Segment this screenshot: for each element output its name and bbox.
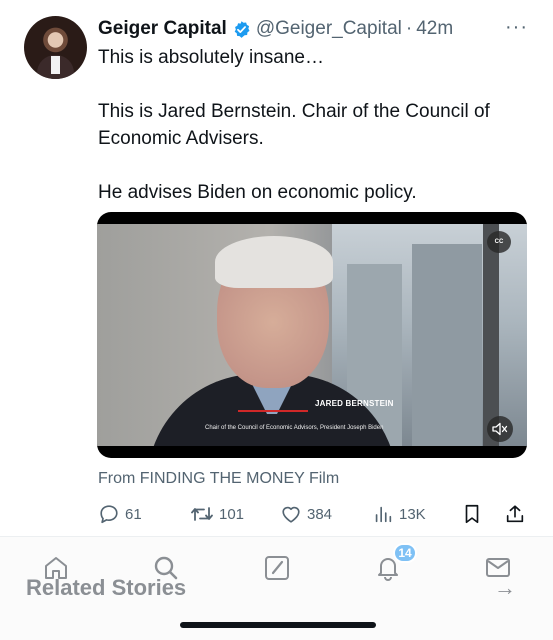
tweet-text: This is absolutely insane… This is Jared… (98, 44, 538, 206)
tweet-line-3: He advises Biden on economic policy. (98, 182, 417, 203)
author-name[interactable]: Geiger Capital (98, 18, 227, 40)
reply-icon (100, 505, 118, 524)
mute-toggle-button[interactable] (487, 416, 513, 442)
video-frame (97, 224, 527, 446)
share-button[interactable] (504, 503, 531, 525)
author-handle[interactable]: @Geiger_Capital (256, 18, 402, 40)
video-caption-title: Chair of the Council of Economic Advisor… (205, 425, 384, 431)
reply-button[interactable]: 61 (98, 503, 142, 525)
video-source-link[interactable]: From FINDING THE MONEY Film (98, 470, 339, 488)
retweet-button[interactable]: 101 (190, 503, 244, 525)
separator-dot: · (405, 18, 413, 39)
bookmark-button[interactable] (462, 503, 487, 525)
tweet-timestamp[interactable]: 42m (416, 18, 453, 40)
verified-badge-icon (234, 20, 250, 38)
retweet-icon (191, 507, 213, 521)
related-stories-label[interactable]: Related Stories (26, 575, 186, 601)
share-icon (506, 505, 524, 523)
tweet-line-1: This is absolutely insane… (98, 47, 324, 68)
tweet-line-2: This is Jared Bernstein. Chair of the Co… (98, 101, 490, 149)
speaker-muted-icon (492, 422, 508, 436)
video-player[interactable] (97, 212, 527, 458)
like-button[interactable]: 384 (280, 503, 332, 525)
author-avatar[interactable] (24, 16, 87, 79)
analytics-icon (375, 506, 392, 523)
bookmark-icon (465, 504, 479, 524)
tweet-actions: 61 101 384 13K (98, 503, 528, 525)
view-count: 13K (399, 505, 426, 523)
video-caption-rule (238, 410, 308, 412)
related-stories-arrow-icon[interactable]: → (494, 575, 516, 601)
video-caption-name: JARED BERNSTEIN (315, 399, 394, 408)
reply-count: 61 (125, 505, 142, 523)
avatar-shirt (51, 56, 60, 74)
compose-icon[interactable] (263, 554, 291, 582)
tweet-header: Geiger Capital @Geiger_Capital · 42m (98, 15, 453, 43)
home-indicator (180, 622, 376, 628)
heart-icon (282, 506, 300, 523)
views-button[interactable]: 13K (372, 503, 426, 525)
like-count: 384 (307, 505, 333, 523)
notifications-badge: 14 (393, 543, 417, 563)
more-options-icon[interactable]: ··· (505, 16, 528, 39)
closed-captions-button[interactable]: CC (487, 231, 511, 253)
retweet-count: 101 (219, 505, 245, 523)
